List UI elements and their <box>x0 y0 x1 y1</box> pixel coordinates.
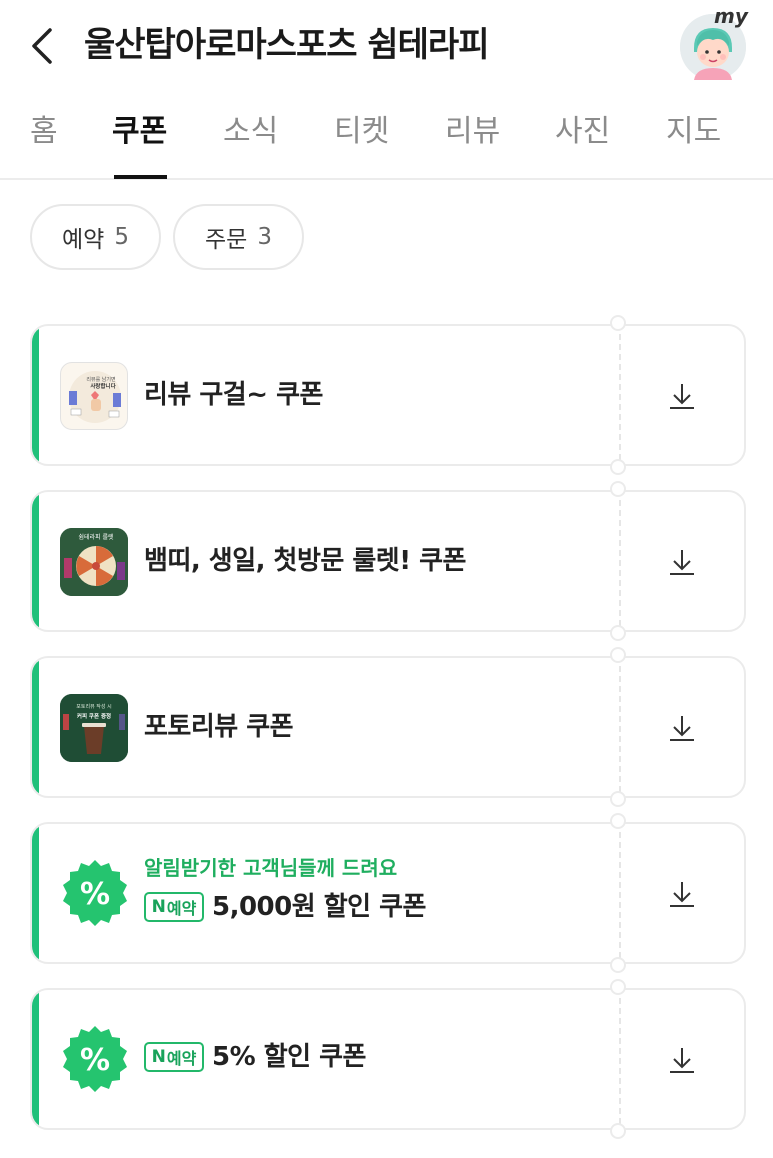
coupon-divider <box>619 832 621 958</box>
coupon-card: % N 예약 5% 할인 쿠폰 <box>30 979 746 1139</box>
coupon-name: 5% 할인 쿠폰 <box>212 1042 366 1072</box>
chip-label: 예약 <box>62 227 105 253</box>
download-button[interactable] <box>662 874 702 914</box>
tab-review[interactable]: 리뷰 <box>445 112 500 152</box>
filter-chip-reservation[interactable]: 예약 5 <box>30 204 161 270</box>
coupon-image: 리뷰를 남기면 사랑합니다 <box>69 371 121 423</box>
coupon-thumbnail: 쉼테라피 룰렛 <box>60 528 128 596</box>
chip-label: 주문 <box>205 227 248 253</box>
thumb-text: 포토리뷰 작성 시 <box>76 703 111 710</box>
coupon-divider <box>619 500 621 626</box>
coupon-notch <box>610 979 626 995</box>
coupon-subtitle: 알림받기한 고객님들께 드려요 <box>144 856 398 880</box>
tab-news[interactable]: 소식 <box>223 112 278 152</box>
tab-photo[interactable]: 사진 <box>555 112 610 152</box>
naver-reservation-badge: N 예약 <box>144 892 204 922</box>
page-title: 울산탑아로마스포츠 쉼테라피 <box>84 25 489 65</box>
chevron-left-icon <box>32 28 52 64</box>
download-icon <box>670 384 694 409</box>
chip-count: 5 <box>114 224 129 250</box>
naver-n-icon: N <box>151 1047 166 1067</box>
tab-ticket[interactable]: 티켓 <box>334 112 389 152</box>
coupon-notch <box>610 315 626 331</box>
naver-reservation-badge: N 예약 <box>144 1042 204 1072</box>
download-button[interactable] <box>662 376 702 416</box>
coupon-thumbnail: 포토리뷰 작성 시 커피 쿠폰 증정 <box>60 694 128 762</box>
coupon-name: 포토리뷰 쿠폰 <box>144 712 294 742</box>
coupon-accent-bar <box>32 492 39 630</box>
coupon-name: 리뷰 구걸~ 쿠폰 <box>144 380 323 410</box>
coupon-notch <box>610 1123 626 1139</box>
tab-home[interactable]: 홈 <box>30 112 58 152</box>
tab-map[interactable]: 지도 <box>666 112 721 152</box>
coupon-notch <box>610 957 626 973</box>
coupon-notch <box>610 813 626 829</box>
badge-label: 예약 <box>166 1049 197 1068</box>
download-button[interactable] <box>662 542 702 582</box>
coupon-notch <box>610 647 626 663</box>
coupon-name: 뱀띠, 생일, 첫방문 룰렛! 쿠폰 <box>144 546 466 576</box>
coupon-notch <box>610 625 626 641</box>
back-button[interactable] <box>22 22 62 70</box>
thumb-text: 쉼테라피 룰렛 <box>78 533 114 541</box>
download-icon <box>670 716 694 741</box>
coupon-divider <box>619 334 621 460</box>
coupon-thumbnail: 리뷰를 남기면 사랑합니다 <box>60 362 128 430</box>
tab-bar: 홈 쿠폰 소식 티켓 리뷰 사진 지도 <box>0 92 773 180</box>
coupon-notch <box>610 459 626 475</box>
naver-n-icon: N <box>151 897 166 917</box>
thumb-text: 사랑합니다 <box>90 382 116 390</box>
percent-badge: % <box>60 858 130 928</box>
percent-symbol: % <box>80 877 110 912</box>
percent-badge-icon: % <box>63 860 127 926</box>
my-badge: my <box>714 4 748 28</box>
coupon-image: 포토리뷰 작성 시 커피 쿠폰 증정 <box>60 694 128 762</box>
coupon-name: 5,000원 할인 쿠폰 <box>212 892 426 922</box>
percent-symbol: % <box>80 1043 110 1078</box>
download-button[interactable] <box>662 1040 702 1080</box>
badge-label: 예약 <box>166 899 197 918</box>
download-icon <box>670 550 694 575</box>
coupon-accent-bar <box>32 658 39 796</box>
active-tab-indicator <box>114 175 167 179</box>
percent-badge: % <box>60 1024 130 1094</box>
coupon-box <box>30 324 746 466</box>
coupon-divider <box>619 998 621 1124</box>
thumb-text: 커피 쿠폰 증정 <box>77 712 111 720</box>
coupon-notch <box>610 791 626 807</box>
coupon-accent-bar <box>32 990 39 1128</box>
coupon-image: 쉼테라피 룰렛 <box>60 528 128 596</box>
download-button[interactable] <box>662 708 702 748</box>
percent-badge-icon: % <box>63 1026 127 1092</box>
coupon-accent-bar <box>32 824 39 962</box>
download-icon <box>670 882 694 907</box>
coupon-card: 포토리뷰 작성 시 커피 쿠폰 증정 포토리뷰 쿠폰 <box>30 647 746 807</box>
coupon-box <box>30 988 746 1130</box>
coupon-accent-bar <box>32 326 39 464</box>
coupon-box <box>30 656 746 798</box>
filter-chip-order[interactable]: 주문 3 <box>173 204 304 270</box>
coupon-notch <box>610 481 626 497</box>
app-header: 울산탑아로마스포츠 쉼테라피 my <box>0 0 773 92</box>
thumb-text: 리뷰를 남기면 <box>86 376 116 383</box>
tab-coupon[interactable]: 쿠폰 <box>112 112 167 152</box>
coupon-card: 리뷰를 남기면 사랑합니다 리뷰 구걸~ 쿠폰 <box>30 315 746 475</box>
coupon-divider <box>619 666 621 792</box>
coupon-card: % 알림받기한 고객님들께 드려요 N 예약 5,000원 할인 쿠폰 <box>30 813 746 973</box>
download-icon <box>670 1048 694 1073</box>
coupon-card: 쉼테라피 룰렛 뱀띠, 생일, 첫방문 룰렛! 쿠폰 <box>30 481 746 641</box>
chip-count: 3 <box>257 224 272 250</box>
